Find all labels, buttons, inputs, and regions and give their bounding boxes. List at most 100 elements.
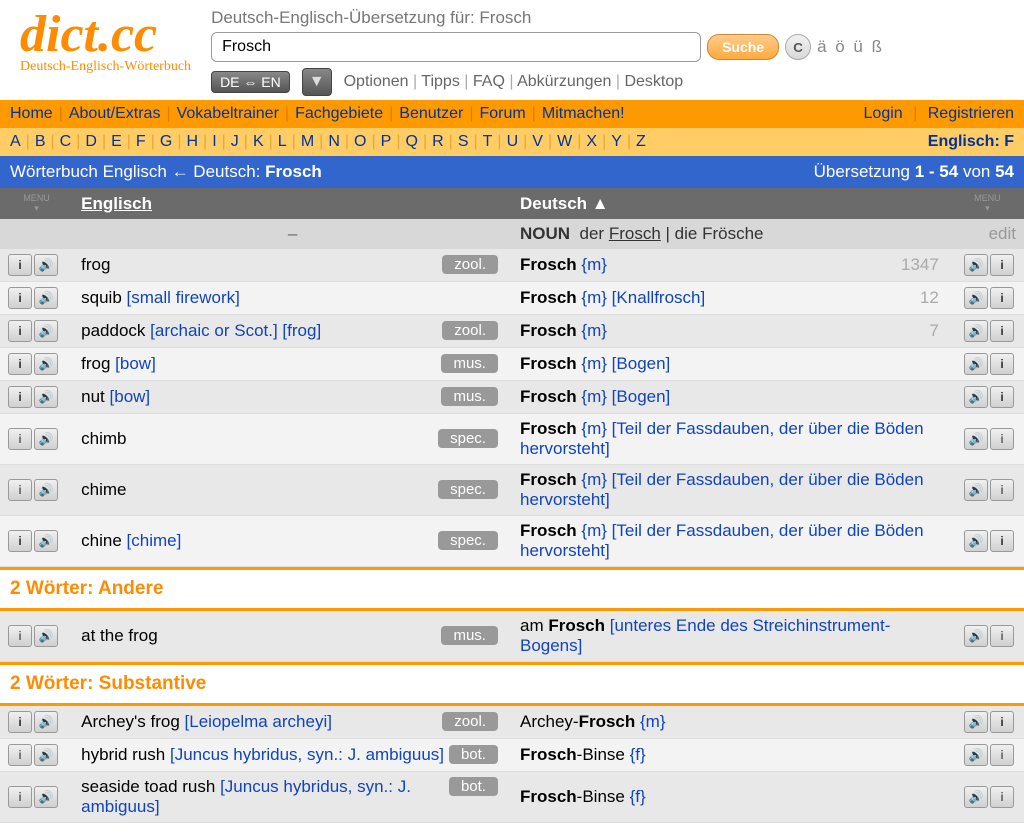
info-icon[interactable]: i xyxy=(990,744,1014,766)
info-icon[interactable]: i xyxy=(990,353,1014,375)
alpha-link[interactable]: U xyxy=(507,133,519,150)
english-cell[interactable]: mus.nut [bow] xyxy=(73,381,512,414)
subject-tag[interactable]: mus. xyxy=(441,387,498,406)
alpha-link[interactable]: Z xyxy=(636,133,646,150)
info-icon[interactable]: i xyxy=(990,386,1014,408)
info-icon[interactable]: i xyxy=(990,428,1014,450)
english-cell[interactable]: mus.at the frog xyxy=(73,611,512,662)
info-icon[interactable]: i xyxy=(990,320,1014,342)
nav-link[interactable]: Vokabeltrainer xyxy=(177,105,279,122)
subject-tag[interactable]: mus. xyxy=(441,626,498,645)
english-cell[interactable]: squib [small firework] xyxy=(73,282,512,315)
info-icon[interactable]: i xyxy=(8,744,32,766)
audio-icon[interactable]: 🔊 xyxy=(34,287,58,309)
info-icon[interactable]: i xyxy=(990,530,1014,552)
audio-icon[interactable]: 🔊 xyxy=(34,428,58,450)
col-menu-left[interactable]: MENU▾ xyxy=(0,188,73,219)
german-cell[interactable]: 1347Frosch {m} xyxy=(512,249,951,282)
english-cell[interactable]: bot.seaside toad rush [Juncus hybridus, … xyxy=(73,772,512,823)
german-cell[interactable]: Archey-Frosch {m} xyxy=(512,706,951,739)
audio-icon[interactable]: 🔊 xyxy=(34,254,58,276)
german-cell[interactable]: Frosch-Binse {f} xyxy=(512,739,951,772)
opt-link[interactable]: Desktop xyxy=(624,73,683,90)
alpha-link[interactable]: R xyxy=(432,133,444,150)
alpha-link[interactable]: N xyxy=(328,133,340,150)
clear-button[interactable]: C xyxy=(785,34,811,60)
subject-tag[interactable]: zool. xyxy=(442,255,498,274)
audio-icon[interactable]: 🔊 xyxy=(34,320,58,342)
audio-icon[interactable]: 🔊 xyxy=(964,287,988,309)
audio-icon[interactable]: 🔊 xyxy=(964,625,988,647)
info-icon[interactable]: i xyxy=(8,428,32,450)
info-icon[interactable]: i xyxy=(990,287,1014,309)
info-icon[interactable]: i xyxy=(990,625,1014,647)
alpha-link[interactable]: H xyxy=(186,133,198,150)
english-cell[interactable]: zool.frog xyxy=(73,249,512,282)
alpha-link[interactable]: A xyxy=(10,133,21,150)
german-cell[interactable]: Frosch {m} [Teil der Fassdauben, der übe… xyxy=(512,465,951,516)
nav-link[interactable]: Forum xyxy=(479,105,525,122)
english-cell[interactable]: bot.hybrid rush [Juncus hybridus, syn.: … xyxy=(73,739,512,772)
subject-tag[interactable]: bot. xyxy=(449,745,498,764)
alpha-link[interactable]: I xyxy=(212,133,216,150)
info-icon[interactable]: i xyxy=(8,320,32,342)
audio-icon[interactable]: 🔊 xyxy=(34,744,58,766)
language-selector[interactable]: DE ⇔ EN xyxy=(211,71,290,93)
info-icon[interactable]: i xyxy=(8,479,32,501)
german-cell[interactable]: am Frosch [unteres Ende des Streichinstr… xyxy=(512,611,951,662)
audio-icon[interactable]: 🔊 xyxy=(964,786,988,808)
alpha-link[interactable]: B xyxy=(35,133,46,150)
subject-tag[interactable]: zool. xyxy=(442,712,498,731)
english-cell[interactable]: spec.chime xyxy=(73,465,512,516)
alpha-link[interactable]: F xyxy=(136,133,146,150)
info-icon[interactable]: i xyxy=(8,254,32,276)
umlaut-shortcuts[interactable]: ä ö ü ß xyxy=(817,37,884,57)
opt-link[interactable]: Optionen xyxy=(344,73,409,90)
german-cell[interactable]: Frosch {m} [Bogen] xyxy=(512,381,951,414)
audio-icon[interactable]: 🔊 xyxy=(964,254,988,276)
german-cell[interactable]: Frosch {m} [Bogen] xyxy=(512,348,951,381)
audio-icon[interactable]: 🔊 xyxy=(964,428,988,450)
info-icon[interactable]: i xyxy=(8,353,32,375)
info-icon[interactable]: i xyxy=(8,386,32,408)
audio-icon[interactable]: 🔊 xyxy=(964,386,988,408)
english-cell[interactable]: spec.chimb xyxy=(73,414,512,465)
audio-icon[interactable]: 🔊 xyxy=(964,479,988,501)
col-deutsch[interactable]: Deutsch ▲ xyxy=(512,188,951,219)
subject-tag[interactable]: spec. xyxy=(438,531,498,550)
alpha-link[interactable]: J xyxy=(231,133,239,150)
audio-icon[interactable]: 🔊 xyxy=(34,625,58,647)
subject-tag[interactable]: bot. xyxy=(449,777,498,796)
german-cell[interactable]: Frosch {m} [Teil der Fassdauben, der übe… xyxy=(512,516,951,567)
audio-icon[interactable]: 🔊 xyxy=(964,353,988,375)
opt-link[interactable]: Tipps xyxy=(421,73,460,90)
german-cell[interactable]: 12Frosch {m} [Knallfrosch] xyxy=(512,282,951,315)
english-cell[interactable]: zool.paddock [archaic or Scot.] [frog] xyxy=(73,315,512,348)
subject-tag[interactable]: spec. xyxy=(438,429,498,448)
nav-link[interactable]: Home xyxy=(10,105,53,122)
english-cell[interactable]: zool.Archey's frog [Leiopelma archeyi] xyxy=(73,706,512,739)
logo[interactable]: dict.cc xyxy=(20,12,191,59)
col-english[interactable]: Englisch xyxy=(73,188,512,219)
german-cell[interactable]: Frosch-Binse {f} xyxy=(512,772,951,823)
alpha-link[interactable]: O xyxy=(354,133,366,150)
audio-icon[interactable]: 🔊 xyxy=(34,479,58,501)
language-dropdown-icon[interactable]: ▼ xyxy=(302,68,332,96)
audio-icon[interactable]: 🔊 xyxy=(34,386,58,408)
info-icon[interactable]: i xyxy=(8,625,32,647)
opt-link[interactable]: Abkürzungen xyxy=(517,73,611,90)
info-icon[interactable]: i xyxy=(990,786,1014,808)
english-cell[interactable]: spec.chine [chime] xyxy=(73,516,512,567)
audio-icon[interactable]: 🔊 xyxy=(34,711,58,733)
info-icon[interactable]: i xyxy=(8,711,32,733)
col-menu-right[interactable]: MENU▾ xyxy=(951,188,1024,219)
search-button[interactable]: Suche xyxy=(707,34,779,60)
alpha-link[interactable]: L xyxy=(278,133,287,150)
audio-icon[interactable]: 🔊 xyxy=(34,530,58,552)
nav-link[interactable]: Mitmachen! xyxy=(542,105,625,122)
audio-icon[interactable]: 🔊 xyxy=(964,530,988,552)
alpha-link[interactable]: W xyxy=(557,133,572,150)
info-icon[interactable]: i xyxy=(990,479,1014,501)
audio-icon[interactable]: 🔊 xyxy=(964,711,988,733)
info-icon[interactable]: i xyxy=(990,711,1014,733)
